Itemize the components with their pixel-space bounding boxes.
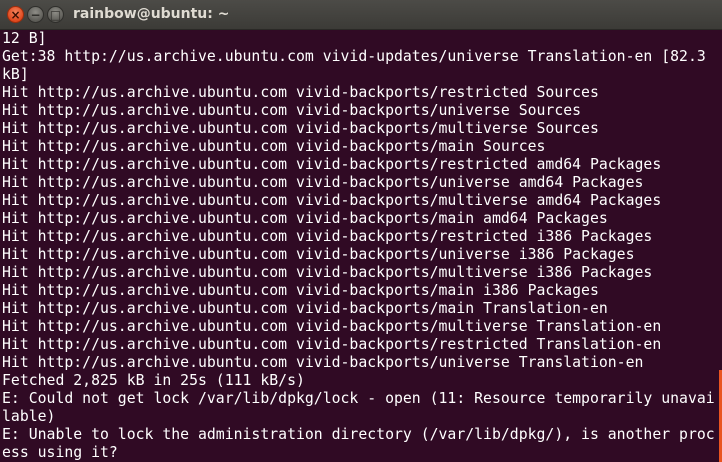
terminal-line: E: Unable to lock the administration dir… [2, 426, 715, 443]
terminal-line: E: Could not get lock /var/lib/dpkg/lock… [2, 390, 715, 407]
terminal-line: Hit http://us.archive.ubuntu.com vivid-b… [2, 120, 599, 137]
terminal-line: Hit http://us.archive.ubuntu.com vivid-b… [2, 354, 644, 371]
terminal-line: Hit http://us.archive.ubuntu.com vivid-b… [2, 102, 582, 119]
title-bar[interactable]: × − □ rainbow@ubuntu: ~ [0, 0, 722, 30]
window-title: rainbow@ubuntu: ~ [73, 6, 230, 22]
terminal-line: Hit http://us.archive.ubuntu.com vivid-b… [2, 138, 546, 155]
minimize-icon: − [30, 7, 41, 22]
terminal-window: × − □ rainbow@ubuntu: ~ 12 B] Get:38 htt… [0, 0, 722, 462]
maximize-icon: □ [49, 7, 62, 22]
terminal-line: Hit http://us.archive.ubuntu.com vivid-b… [2, 174, 644, 191]
terminal-line: Hit http://us.archive.ubuntu.com vivid-b… [2, 192, 662, 209]
terminal-line: 12 B] [2, 30, 47, 47]
terminal-line: Hit http://us.archive.ubuntu.com vivid-b… [2, 282, 599, 299]
terminal-line: Hit http://us.archive.ubuntu.com vivid-b… [2, 246, 635, 263]
terminal-output[interactable]: 12 B] Get:38 http://us.archive.ubuntu.co… [0, 30, 722, 462]
terminal-line: kB] [2, 66, 29, 83]
terminal-line: Hit http://us.archive.ubuntu.com vivid-b… [2, 336, 662, 353]
terminal-line: ess using it? [2, 444, 118, 461]
maximize-button[interactable]: □ [47, 6, 64, 23]
terminal-line: Hit http://us.archive.ubuntu.com vivid-b… [2, 156, 662, 173]
terminal-line: Hit http://us.archive.ubuntu.com vivid-b… [2, 228, 653, 245]
terminal-line: lable) [2, 408, 56, 425]
close-icon: × [10, 7, 21, 22]
terminal-line: Get:38 http://us.archive.ubuntu.com vivi… [2, 48, 706, 65]
minimize-button[interactable]: − [27, 6, 44, 23]
terminal-line: Hit http://us.archive.ubuntu.com vivid-b… [2, 264, 653, 281]
terminal-line: Hit http://us.archive.ubuntu.com vivid-b… [2, 210, 608, 227]
close-button[interactable]: × [7, 6, 24, 23]
terminal-line: Hit http://us.archive.ubuntu.com vivid-b… [2, 300, 608, 317]
terminal-line: Fetched 2,825 kB in 25s (111 kB/s) [2, 372, 305, 389]
terminal-line: Hit http://us.archive.ubuntu.com vivid-b… [2, 318, 662, 335]
terminal-line: Hit http://us.archive.ubuntu.com vivid-b… [2, 84, 599, 101]
